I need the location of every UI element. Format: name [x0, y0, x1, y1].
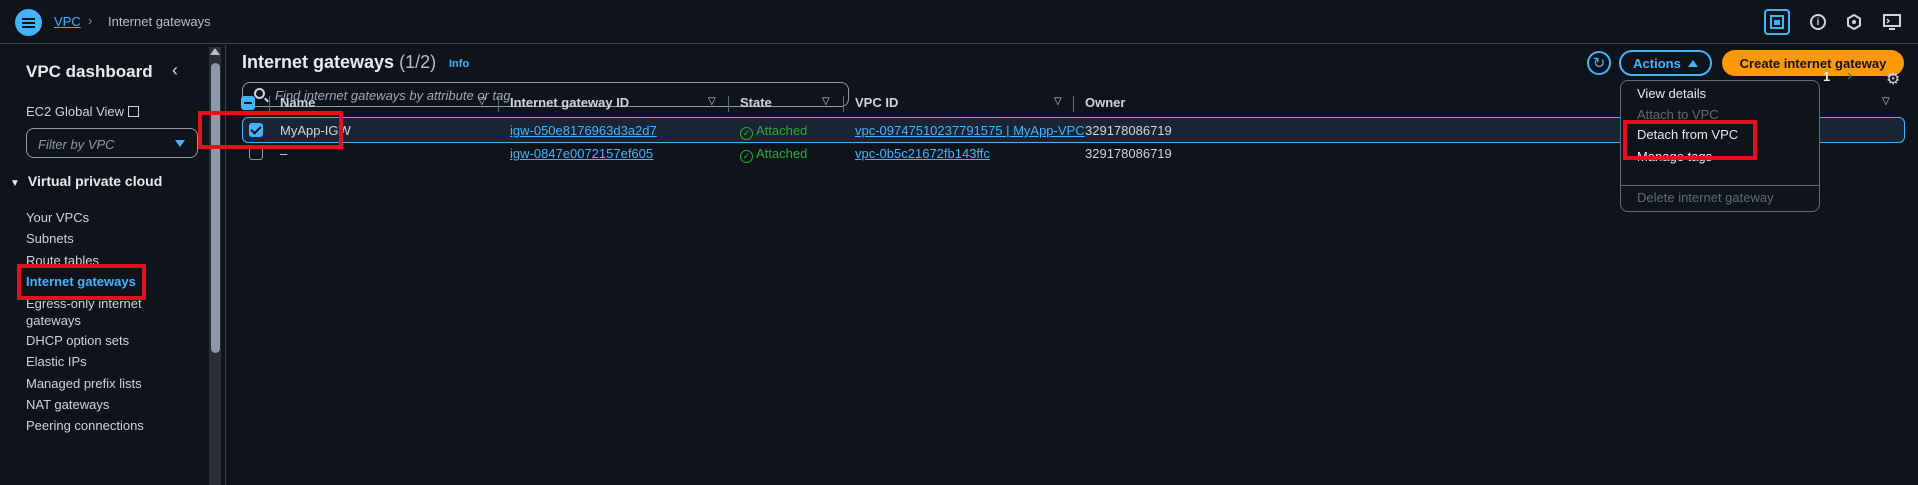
page-title-text: Internet gateways: [242, 52, 395, 72]
cell-vpc-id-link[interactable]: vpc-09747510237791575 | MyApp-VPC: [855, 123, 1085, 138]
sidebar-scroll-thumb[interactable]: [211, 63, 220, 353]
sidebar-item-elastic-ips[interactable]: Elastic IPs: [26, 353, 87, 370]
column-divider: [728, 96, 729, 112]
sidebar-item-ec2-global-view[interactable]: EC2 Global View: [26, 103, 140, 120]
cell-igw-id-link[interactable]: igw-050e8176963d3a2d7: [510, 123, 657, 138]
cell-igw-id-link[interactable]: igw-0847e0072157ef605: [510, 146, 653, 161]
highlight-box-detach-from-vpc: [1623, 120, 1757, 160]
select-all-checkbox[interactable]: [241, 96, 255, 110]
sort-icon[interactable]: ▽: [708, 96, 716, 107]
sidebar-item-dhcp-option-sets[interactable]: DHCP option sets: [26, 332, 129, 349]
sidebar-title[interactable]: VPC dashboard: [26, 62, 153, 82]
actions-label: Actions: [1633, 55, 1681, 71]
top-navigation-bar: VPC › Internet gateways i: [0, 0, 1918, 44]
page-title: Internet gateways (1/2): [242, 52, 436, 73]
highlight-box-myapp-igw: [198, 111, 343, 149]
actions-button[interactable]: Actions: [1619, 50, 1712, 76]
breadcrumb-separator-icon: ›: [88, 13, 93, 28]
column-header-name[interactable]: Name: [280, 95, 315, 110]
table-settings-icon[interactable]: ⚙: [1886, 69, 1900, 89]
column-divider: [269, 96, 270, 112]
caret-down-icon: ▼: [10, 178, 20, 189]
filter-placeholder: Filter by VPC: [38, 137, 115, 152]
state-label: Attached: [756, 123, 808, 138]
success-check-icon: ✓: [740, 150, 753, 163]
menu-divider: [1621, 185, 1819, 186]
selection-count: (1/2): [399, 52, 437, 72]
column-divider: [843, 96, 844, 112]
sidebar-item-managed-prefix-lists[interactable]: Managed prefix lists: [26, 375, 142, 392]
breadcrumb-vpc[interactable]: VPC: [54, 14, 81, 29]
sidebar-item-subnets[interactable]: Subnets: [26, 230, 74, 247]
cell-owner: 329178086719: [1085, 146, 1172, 161]
column-divider: [1073, 96, 1074, 112]
info-link[interactable]: Info: [449, 58, 469, 70]
cell-owner: 329178086719: [1085, 123, 1172, 138]
sidebar: VPC dashboard ‹ EC2 Global View Filter b…: [0, 45, 226, 485]
menu-item-delete-internet-gateway: Delete internet gateway: [1637, 190, 1774, 205]
cell-vpc-id-link[interactable]: vpc-0b5c21672fb143ffc: [855, 146, 990, 161]
sidebar-close-icon[interactable]: ‹: [172, 60, 178, 81]
menu-item-view-details[interactable]: View details: [1637, 86, 1706, 101]
panel-toggle-icon[interactable]: [1764, 9, 1790, 35]
sort-icon[interactable]: ▽: [478, 96, 486, 107]
menu-icon[interactable]: [15, 9, 42, 36]
info-icon[interactable]: i: [1808, 12, 1828, 32]
sidebar-item-label: EC2 Global View: [26, 104, 125, 119]
create-internet-gateway-button[interactable]: Create internet gateway: [1722, 50, 1904, 76]
scroll-up-icon[interactable]: [210, 48, 220, 55]
sort-icon[interactable]: ▽: [1054, 96, 1062, 107]
sidebar-item-nat-gateways[interactable]: NAT gateways: [26, 396, 109, 413]
refresh-icon: ↻: [1592, 55, 1606, 72]
section-label: Virtual private cloud: [27, 173, 163, 189]
sidebar-item-peering-connections[interactable]: Peering connections: [26, 417, 144, 434]
pagination-next-icon[interactable]: ›: [1847, 67, 1852, 85]
pagination-page-1[interactable]: 1: [1823, 69, 1830, 84]
column-header-owner[interactable]: Owner: [1085, 95, 1125, 110]
cloudshell-icon[interactable]: [1882, 12, 1902, 32]
cell-state: ✓ Attached: [740, 123, 807, 140]
refresh-button[interactable]: ↻: [1587, 51, 1611, 75]
column-divider: [498, 96, 499, 112]
filter-by-vpc-select[interactable]: Filter by VPC: [26, 128, 198, 158]
sidebar-item-egress-only-internet-gateways[interactable]: Egress-only internet gateways: [26, 295, 166, 329]
breadcrumb-current: Internet gateways: [108, 14, 211, 29]
success-check-icon: ✓: [740, 127, 753, 140]
state-label: Attached: [756, 146, 808, 161]
section-virtual-private-cloud[interactable]: ▼ Virtual private cloud: [10, 173, 162, 189]
column-header-vpc-id[interactable]: VPC ID: [855, 95, 898, 110]
cell-state: ✓ Attached: [740, 146, 807, 163]
sort-icon[interactable]: ▽: [822, 96, 830, 107]
sort-icon[interactable]: ▽: [1882, 96, 1890, 107]
caret-up-icon: [1687, 59, 1698, 67]
external-link-icon: [128, 106, 140, 117]
column-header-igw-id[interactable]: Internet gateway ID: [510, 95, 629, 110]
caret-down-icon: [175, 140, 185, 147]
sidebar-item-your-vpcs[interactable]: Your VPCs: [26, 209, 89, 226]
column-header-state[interactable]: State: [740, 95, 772, 110]
highlight-box-internet-gateways: [17, 264, 146, 300]
settings-hex-icon[interactable]: [1844, 12, 1864, 32]
